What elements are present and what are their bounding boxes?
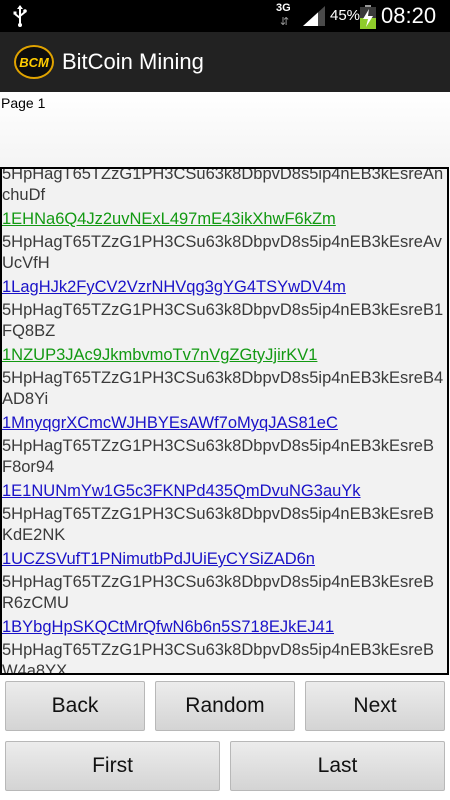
battery-charging-icon bbox=[360, 5, 376, 29]
address-link[interactable]: 1EHNa6Q4Jz2uvNExL497mE43ikXhwF6kZm bbox=[2, 206, 447, 232]
battery-percentage: 45% bbox=[330, 7, 361, 24]
private-key-text: 5HpHagT65TZzG1PH3CSu63k8DbpvD8s5ip4nEB3k… bbox=[2, 233, 442, 272]
private-key-text: 5HpHagT65TZzG1PH3CSu63k8DbpvD8s5ip4nEB3k… bbox=[2, 369, 444, 408]
app-logo: BCM bbox=[14, 45, 54, 79]
key-list[interactable]: 5HpHagT65TZzG1PH3CSu63k8DbpvD8s5ip4nEB3k… bbox=[0, 167, 449, 675]
status-clock: 08:20 bbox=[381, 3, 437, 28]
list-item: 5HpHagT65TZzG1PH3CSu63k8DbpvD8s5ip4nEB3k… bbox=[2, 300, 447, 368]
list-item: 5HpHagT65TZzG1PH3CSu63k8DbpvD8s5ip4nEB3k… bbox=[2, 167, 447, 232]
usb-icon bbox=[13, 5, 27, 27]
first-button[interactable]: First bbox=[5, 741, 220, 791]
address-link[interactable]: 1UCZSVufT1PNimutbPdJUiEyCYSiZAD6n bbox=[2, 546, 447, 572]
page-label: Page 1 bbox=[1, 95, 46, 111]
list-item: 5HpHagT65TZzG1PH3CSu63k8DbpvD8s5ip4nEB3k… bbox=[2, 368, 447, 436]
private-key-text: 5HpHagT65TZzG1PH3CSu63k8DbpvD8s5ip4nEB3k… bbox=[2, 167, 444, 204]
signal-icon bbox=[303, 6, 325, 26]
private-key-text: 5HpHagT65TZzG1PH3CSu63k8DbpvD8s5ip4nEB3k… bbox=[2, 437, 434, 476]
random-button[interactable]: Random bbox=[155, 681, 295, 731]
network-type-label: 3G bbox=[276, 2, 291, 14]
next-button[interactable]: Next bbox=[305, 681, 445, 731]
back-button[interactable]: Back bbox=[5, 681, 145, 731]
private-key-text: 5HpHagT65TZzG1PH3CSu63k8DbpvD8s5ip4nEB3k… bbox=[2, 505, 434, 544]
app-title: BitCoin Mining bbox=[62, 49, 204, 74]
address-link[interactable]: 1E1NUNmYw1G5c3FKNPd435QmDvuNG3auYk bbox=[2, 478, 447, 504]
list-item: 5HpHagT65TZzG1PH3CSu63k8DbpvD8s5ip4nEB3k… bbox=[2, 504, 447, 572]
private-key-text: 5HpHagT65TZzG1PH3CSu63k8DbpvD8s5ip4nEB3k… bbox=[2, 641, 434, 675]
list-item: 5HpHagT65TZzG1PH3CSu63k8DbpvD8s5ip4nEB3k… bbox=[2, 640, 447, 675]
private-key-text: 5HpHagT65TZzG1PH3CSu63k8DbpvD8s5ip4nEB3k… bbox=[2, 301, 444, 340]
page-header-area bbox=[0, 92, 450, 167]
address-link[interactable]: 1NZUP3JAc9JkmbvmoTv7nVgZGtyJjirKV1 bbox=[2, 342, 447, 368]
list-item: 5HpHagT65TZzG1PH3CSu63k8DbpvD8s5ip4nEB3k… bbox=[2, 572, 447, 640]
status-bar: 3G ⇵ 45% 08:20 bbox=[0, 0, 450, 32]
address-link[interactable]: 1LagHJk2FyCV2VzrNHVqg3gYG4TSYwDV4m bbox=[2, 274, 447, 300]
address-link[interactable]: 1MnyqgrXCmcWJHBYEsAWf7oMyqJAS81eC bbox=[2, 410, 447, 436]
private-key-text: 5HpHagT65TZzG1PH3CSu63k8DbpvD8s5ip4nEB3k… bbox=[2, 573, 434, 612]
list-item: 5HpHagT65TZzG1PH3CSu63k8DbpvD8s5ip4nEB3k… bbox=[2, 232, 447, 300]
network-activity-icon: ⇵ bbox=[280, 16, 290, 28]
list-item: 5HpHagT65TZzG1PH3CSu63k8DbpvD8s5ip4nEB3k… bbox=[2, 436, 447, 504]
address-link[interactable]: 1BYbgHpSKQCtMrQfwN6b6n5S718EJkEJ41 bbox=[2, 614, 447, 640]
last-button[interactable]: Last bbox=[230, 741, 445, 791]
